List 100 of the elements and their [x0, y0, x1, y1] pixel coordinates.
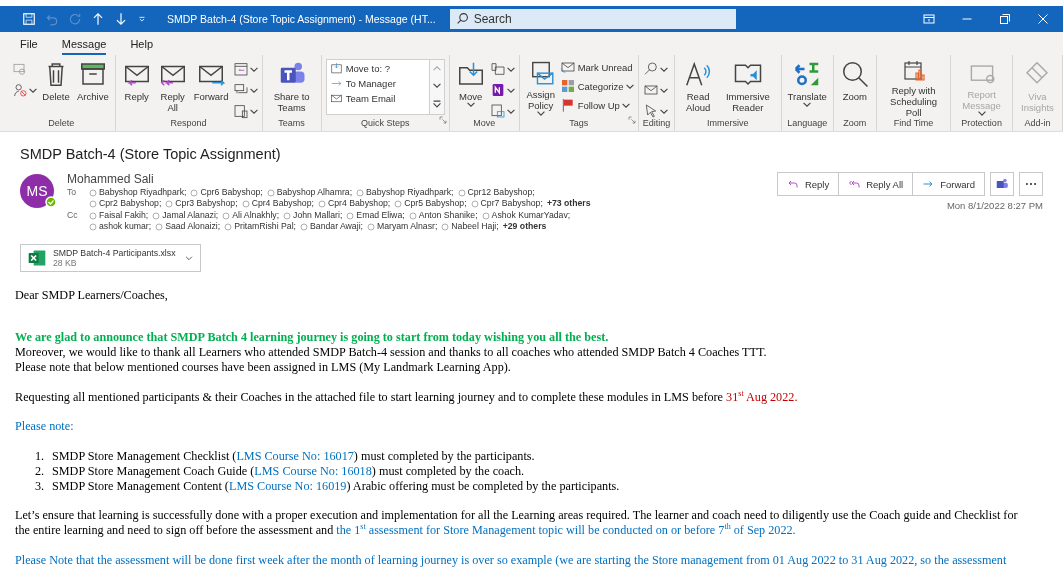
- more-recipients-link[interactable]: +29 others: [502, 221, 547, 232]
- ribbon-button[interactable]: Zoom: [837, 59, 872, 118]
- ribbon-button[interactable]: Categorize: [559, 78, 634, 94]
- caret-icon: [506, 108, 515, 114]
- customize-icon: [137, 14, 147, 24]
- ribbon-button[interactable]: Immersive Reader: [719, 59, 777, 118]
- next-item-button[interactable]: [114, 12, 128, 26]
- ribbon-button[interactable]: Follow Up: [559, 97, 634, 113]
- envelope-icon: [329, 92, 343, 105]
- restore-button[interactable]: [999, 13, 1011, 25]
- group-label: Move: [473, 118, 496, 130]
- recipient[interactable]: Ali Alnakhly;: [222, 210, 280, 221]
- group-label: Delete: [48, 118, 75, 130]
- search-field[interactable]: Search: [449, 9, 736, 29]
- recipient[interactable]: Cpr3 Babyshop;: [165, 198, 238, 209]
- ribbon-button[interactable]: Share to Teams: [266, 59, 317, 118]
- list-item-text: SMDP Store Management Coach Guide (LMS Course No: 16018) must completed by the coach.: [52, 463, 525, 479]
- ribbon-icon-button[interactable]: [232, 61, 258, 77]
- ribbon-icon-button[interactable]: [489, 61, 515, 77]
- ribbon-button[interactable]: Reply All: [155, 59, 190, 118]
- presence-icon: [241, 199, 250, 208]
- recipient[interactable]: Cpr7 Babyshop;: [470, 198, 543, 209]
- ribbon-display-button[interactable]: [923, 13, 935, 25]
- ribbon-button[interactable]: Read Aloud: [679, 59, 718, 118]
- recipient[interactable]: ashok kumar;: [89, 221, 152, 232]
- excel-icon: [27, 248, 47, 268]
- caret-icon: [249, 87, 258, 93]
- dialog-launcher-icon: [627, 116, 636, 124]
- previous-item-button[interactable]: [91, 12, 105, 26]
- message-line: Moreover, we would like to thank all Learners who attended SMDP Batch-4 session and thanks to all coaches who attended SMDP Batch 4 Coaches TTT.: [15, 345, 767, 360]
- recipient[interactable]: Cpr4 Babyshop;: [317, 198, 391, 209]
- message-subject: SMDP Batch-4 (Store Topic Assignment): [20, 146, 282, 162]
- teams-button[interactable]: [990, 172, 1014, 196]
- caret-icon: [249, 108, 258, 114]
- ribbon-icon-button[interactable]: [232, 103, 258, 119]
- ribbon-button[interactable]: Forward: [191, 59, 231, 118]
- recipient[interactable]: John Mallari;: [283, 210, 343, 221]
- reply-icon: [786, 178, 799, 190]
- more-recipients-link[interactable]: +73 others: [546, 198, 591, 209]
- recipient[interactable]: Cpr6 Babyshop;: [190, 187, 263, 198]
- recipient[interactable]: Maryam Alnasr;: [367, 221, 438, 232]
- attachment-card[interactable]: SMDP Batch-4 Participants.xlsx 28 KB: [20, 244, 201, 272]
- group-label: Zoom: [843, 118, 867, 130]
- menu-tab[interactable]: File: [20, 38, 38, 55]
- close-button[interactable]: [1037, 13, 1049, 25]
- caret-icon: [659, 66, 668, 72]
- list-item-text: SMDP Store Management Checklist (LMS Course No: 16017) must completed by the participants.: [52, 448, 535, 464]
- rules-icon: [489, 103, 506, 119]
- recipient[interactable]: Bandar Awaji;: [300, 221, 363, 232]
- ribbon-button[interactable]: Move: [453, 59, 488, 118]
- presence-icon: [190, 188, 199, 197]
- quick-step[interactable]: To Manager: [329, 77, 426, 90]
- ribbon-button[interactable]: Reply with Scheduling Poll: [880, 59, 947, 118]
- recipient[interactable]: Cpr12 Babyshop;: [457, 187, 535, 198]
- ignore-icon: [12, 61, 28, 77]
- teams-icon: [995, 177, 1009, 191]
- recipient[interactable]: Cpr5 Babyshop;: [394, 198, 467, 209]
- save-button[interactable]: [22, 12, 36, 26]
- recipient[interactable]: Cpr4 Babyshop;: [241, 198, 314, 209]
- ribbon-icon-button[interactable]: [642, 61, 668, 77]
- ribbon-button[interactable]: Translate: [785, 59, 829, 118]
- more-button[interactable]: [1019, 172, 1043, 196]
- recipient[interactable]: Cpr2 Babyshop;: [89, 198, 162, 209]
- ribbon-icon-button[interactable]: [489, 103, 515, 119]
- save-icon: [22, 12, 36, 26]
- recipient[interactable]: Faisal Fakih;: [89, 210, 149, 221]
- recipient[interactable]: Babyshop Riyadhpark;: [89, 187, 187, 198]
- close-icon: [1037, 13, 1049, 25]
- message-line: Please Note that the assessment will be done first week after the month of learning journey is over so example (we are starting the Store management from 01 Aug 2022 to 31 Aug 2022, so the assessment: [15, 552, 1007, 568]
- recipient[interactable]: PritamRishi Pal;: [224, 221, 296, 232]
- ribbon-button[interactable]: Mark Unread: [559, 59, 634, 75]
- quick-step[interactable]: Move to: ?: [329, 62, 426, 75]
- ribbon-button[interactable]: Assign Policy: [523, 59, 558, 118]
- ribbon-button[interactable]: Reply: [119, 59, 154, 118]
- presence-icon: [356, 188, 365, 197]
- ribbon-icon-button[interactable]: [642, 82, 668, 98]
- caret-icon: [29, 87, 37, 93]
- caret-icon: [184, 253, 194, 263]
- ribbon-button[interactable]: Delete: [39, 59, 73, 118]
- recipient[interactable]: Babyshop Alhamra;: [266, 187, 353, 198]
- categorize-icon: [559, 78, 576, 94]
- presence-icon: [367, 222, 375, 231]
- customize-button[interactable]: [137, 14, 147, 24]
- recipient[interactable]: Saad Alonaizi;: [155, 221, 221, 232]
- search-icon: [455, 12, 469, 25]
- group-label: Quick Steps: [360, 118, 410, 130]
- presence-icon: [317, 199, 326, 208]
- group-label: Protection: [961, 118, 1002, 130]
- recipient[interactable]: Emad Eliwa;: [346, 210, 405, 221]
- ribbon-icon-button[interactable]: [12, 82, 37, 98]
- recipient[interactable]: Ashok KumarYadav;: [481, 210, 571, 221]
- menu-tab[interactable]: Help: [130, 38, 153, 55]
- recipient[interactable]: Babyshop Riyadhpark;: [356, 187, 454, 198]
- ribbon-button[interactable]: Archive: [75, 59, 111, 118]
- recipient[interactable]: Anton Shanike;: [408, 210, 478, 221]
- quick-step[interactable]: Team Email: [329, 92, 426, 105]
- group-label: Add-in: [1024, 118, 1051, 130]
- recipient[interactable]: Nabeel Haji;: [441, 221, 499, 232]
- scroll-up-icon: [432, 66, 441, 71]
- recipient[interactable]: Jamal Alanazi;: [152, 210, 219, 221]
